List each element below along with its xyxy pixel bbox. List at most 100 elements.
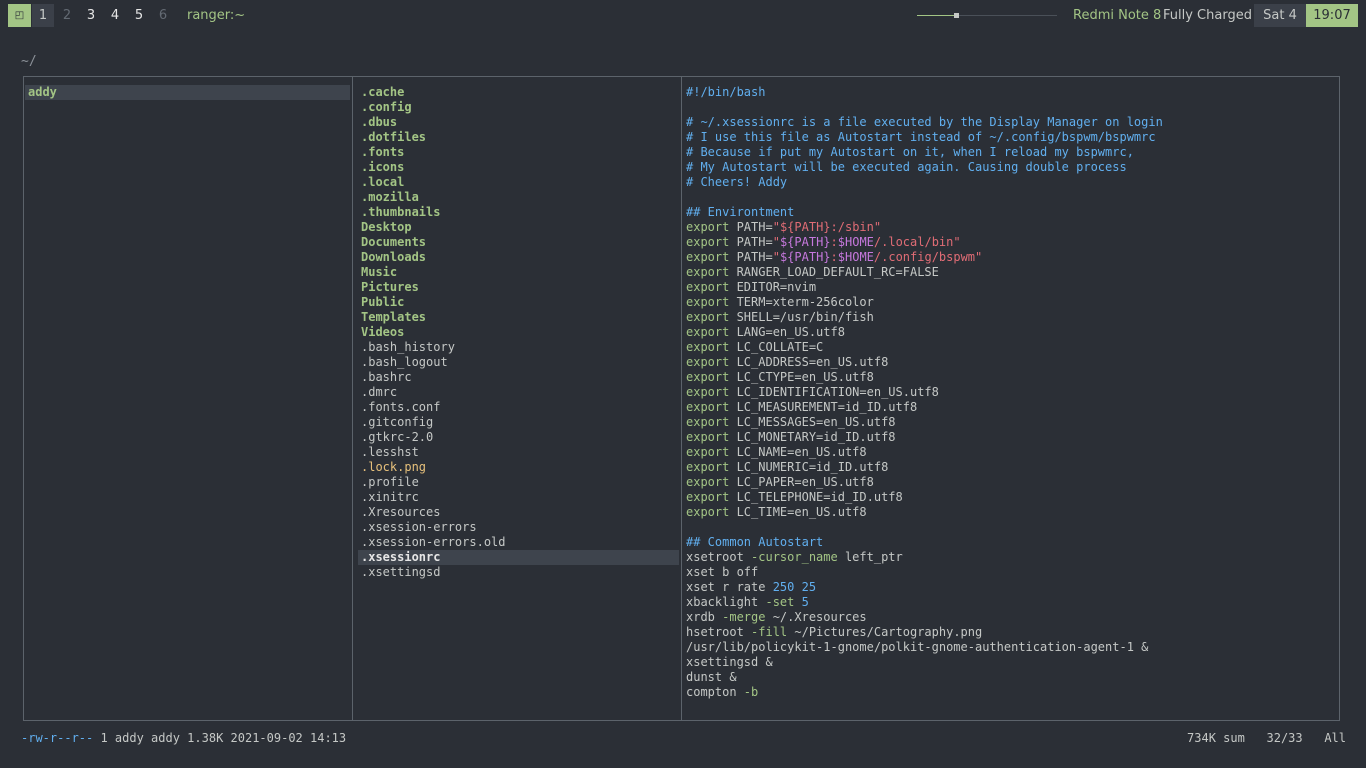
code-token: export [686, 355, 730, 369]
code-token: # I use this file as Autostart instead o… [686, 130, 1156, 144]
file-item[interactable]: .lesshst [358, 445, 679, 460]
workspace-2[interactable]: 2 [56, 4, 78, 27]
preview-line: /usr/lib/policykit-1-gnome/polkit-gnome-… [686, 640, 1336, 655]
parent-directory-pane: addy [25, 85, 350, 100]
directory-item[interactable]: .mozilla [358, 190, 679, 205]
code-token: /.config/bspwm" [873, 250, 983, 264]
directory-item[interactable]: Downloads [358, 250, 679, 265]
file-item[interactable]: .xinitrc [358, 490, 679, 505]
preview-line: xsetroot -cursor_name left_ptr [686, 550, 1336, 565]
file-item[interactable]: .lock.png [358, 460, 679, 475]
preview-line: # Cheers! Addy [686, 175, 1336, 190]
preview-line: # I use this file as Autostart instead o… [686, 130, 1336, 145]
code-token: # Because if put my Autostart on it, whe… [686, 145, 1134, 159]
code-token: $HOME [837, 235, 874, 249]
code-token: LC_COLLATE=C [729, 340, 824, 354]
code-token: export [686, 400, 730, 414]
code-token: LC_CTYPE=en_US.utf8 [729, 370, 874, 384]
directory-item[interactable]: .dbus [358, 115, 679, 130]
code-token: PATH= [729, 235, 773, 249]
code-token: LC_TELEPHONE=id_ID.utf8 [729, 490, 903, 504]
code-token: 250 [772, 580, 795, 594]
top-bar: ◰ 123456 ranger:~ Redmi Note 8 Fully Cha… [0, 0, 1366, 30]
code-token: : [830, 250, 838, 264]
file-item[interactable]: .gtkrc-2.0 [358, 430, 679, 445]
preview-line [686, 520, 1336, 535]
file-item[interactable]: .dmrc [358, 385, 679, 400]
code-token: export [686, 430, 730, 444]
directory-item[interactable]: .thumbnails [358, 205, 679, 220]
code-token: xsetroot [686, 550, 752, 564]
file-item[interactable]: .Xresources [358, 505, 679, 520]
file-item[interactable]: .profile [358, 475, 679, 490]
code-token: -merge [722, 610, 766, 624]
directory-item[interactable]: Documents [358, 235, 679, 250]
preview-line: export LC_MESSAGES=en_US.utf8 [686, 415, 1336, 430]
directory-item[interactable]: .dotfiles [358, 130, 679, 145]
file-item[interactable]: .xsessionrc [358, 550, 679, 565]
preview-line: export LC_MONETARY=id_ID.utf8 [686, 430, 1336, 445]
code-token: LC_MEASUREMENT=id_ID.utf8 [729, 400, 918, 414]
code-token: ## Common Autostart [686, 535, 824, 549]
code-token: # My Autostart will be executed again. C… [686, 160, 1127, 174]
code-token: xrdb [686, 610, 723, 624]
device-name: Redmi Note 8 [1073, 8, 1162, 23]
file-item[interactable]: .fonts.conf [358, 400, 679, 415]
file-item[interactable]: .xsession-errors [358, 520, 679, 535]
directory-item[interactable]: .fonts [358, 145, 679, 160]
file-item[interactable]: .bash_history [358, 340, 679, 355]
code-token: hsetroot [686, 625, 752, 639]
workspace-5[interactable]: 5 [128, 4, 150, 27]
preview-line: dunst & [686, 670, 1336, 685]
layout-icon[interactable]: ◰ [8, 4, 31, 27]
volume-knob[interactable] [954, 13, 960, 18]
directory-item[interactable]: Public [358, 295, 679, 310]
preview-line: hsetroot -fill ~/Pictures/Cartography.pn… [686, 625, 1336, 640]
directory-item[interactable]: Music [358, 265, 679, 280]
workspace-1[interactable]: 1 [32, 4, 54, 27]
code-token: dunst & [686, 670, 737, 684]
file-item[interactable]: .xsession-errors.old [358, 535, 679, 550]
file-position: 32/33 [1266, 731, 1303, 745]
file-item[interactable]: .gitconfig [358, 415, 679, 430]
directory-item[interactable]: Templates [358, 310, 679, 325]
directory-item[interactable]: .local [358, 175, 679, 190]
directory-item[interactable]: .config [358, 100, 679, 115]
preview-line: export LC_TIME=en_US.utf8 [686, 505, 1336, 520]
directory-item[interactable]: Desktop [358, 220, 679, 235]
code-token: SHELL=/usr/bin/fish [729, 310, 874, 324]
file-item[interactable]: .bash_logout [358, 355, 679, 370]
preview-line: export TERM=xterm-256color [686, 295, 1336, 310]
code-token: LC_NUMERIC=id_ID.utf8 [729, 460, 889, 474]
code-token: TERM=xterm-256color [729, 295, 874, 309]
workspace-4[interactable]: 4 [104, 4, 126, 27]
preview-line: export LC_CTYPE=en_US.utf8 [686, 370, 1336, 385]
code-token: LC_TIME=en_US.utf8 [729, 505, 867, 519]
file-item[interactable]: .bashrc [358, 370, 679, 385]
code-token: left_ptr [837, 550, 903, 564]
workspace-3[interactable]: 3 [80, 4, 102, 27]
code-token: /usr/lib/policykit-1-gnome/polkit-gnome-… [686, 640, 1149, 654]
directory-item[interactable]: Pictures [358, 280, 679, 295]
code-token: # ~/.xsessionrc is a file executed by th… [686, 115, 1163, 129]
code-token: LC_NAME=en_US.utf8 [729, 445, 867, 459]
directory-item[interactable]: addy [25, 85, 350, 100]
file-item[interactable]: .xsettingsd [358, 565, 679, 580]
code-token: LANG=en_US.utf8 [729, 325, 845, 339]
preview-line: xset b off [686, 565, 1336, 580]
directory-item[interactable]: .cache [358, 85, 679, 100]
volume-slider[interactable] [917, 13, 1057, 18]
workspace-6[interactable]: 6 [152, 4, 174, 27]
code-token: 5 [801, 595, 809, 609]
code-token: "${PATH}:/sbin" [772, 220, 882, 234]
file-metadata: 1 addy addy 1.38K 2021-09-02 14:13 [100, 731, 347, 745]
code-token: #!/bin/bash [686, 85, 766, 99]
preview-line: export EDITOR=nvim [686, 280, 1336, 295]
code-token: $HOME [837, 250, 874, 264]
code-token: 25 [801, 580, 817, 594]
file-permissions: -rw-r--r-- [21, 731, 94, 745]
directory-item[interactable]: .icons [358, 160, 679, 175]
directory-item[interactable]: Videos [358, 325, 679, 340]
code-token: export [686, 325, 730, 339]
